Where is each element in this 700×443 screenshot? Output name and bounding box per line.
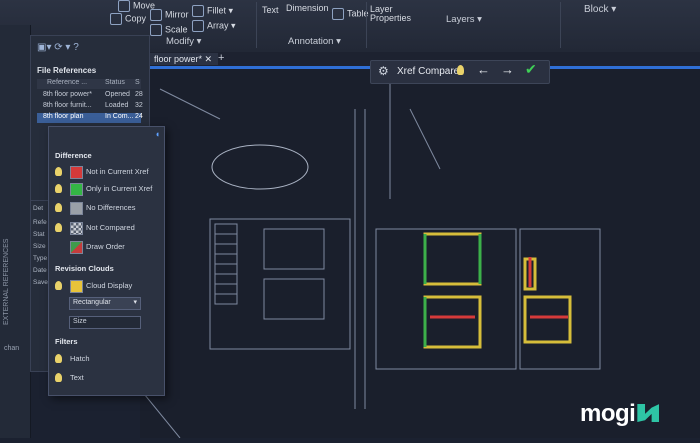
ribbon-separator xyxy=(366,2,367,48)
pin-icon[interactable]: ◖ xyxy=(155,129,160,139)
layer-properties-button[interactable]: Layer Properties xyxy=(370,5,412,23)
file-references-title: File References xyxy=(37,66,97,75)
added-geometry xyxy=(423,234,482,347)
option-only-in-current-xref[interactable]: Only in Current Xref xyxy=(55,182,160,196)
external-references-dock: EXTERNAL REFERENCES chan xyxy=(0,25,31,438)
copy-button[interactable]: Copy xyxy=(110,13,146,25)
close-icon[interactable]: ✕ xyxy=(205,54,213,64)
draw-order-icon[interactable] xyxy=(70,241,83,254)
layers-group-label[interactable]: Layers ▾ xyxy=(446,14,482,25)
details-label: Stat xyxy=(33,231,45,238)
array-icon xyxy=(192,20,204,32)
option-no-differences[interactable]: No Differences xyxy=(55,201,160,215)
ribbon-separator xyxy=(560,2,561,48)
color-swatch[interactable] xyxy=(70,280,83,293)
block-group-label[interactable]: Block ▾ xyxy=(584,4,616,15)
restroom-outline xyxy=(263,278,325,320)
array-button[interactable]: Array ▾ xyxy=(192,20,236,32)
details-label: Date xyxy=(33,267,47,274)
modify-group-label[interactable]: Modify ▾ xyxy=(166,36,201,47)
revision-cloud xyxy=(423,295,482,349)
cloud-shape-dropdown[interactable]: Rectangular ▾ xyxy=(69,297,141,310)
table-row[interactable]: 8th floor furnit... Loaded 32 xyxy=(37,102,143,112)
color-swatch[interactable] xyxy=(70,202,83,215)
xref-compare-label: Xref Compare xyxy=(397,66,460,77)
filter-text[interactable]: Text xyxy=(55,371,160,385)
attach-icon[interactable]: ▣▾ ⟳ ▾ ? xyxy=(37,42,79,53)
removed-geometry xyxy=(430,257,568,319)
filter-hatch[interactable]: Hatch xyxy=(55,352,160,366)
ribbon-separator xyxy=(256,2,257,48)
stair-treads xyxy=(215,233,237,295)
dimension-button[interactable]: Dimension xyxy=(286,3,329,13)
move-icon xyxy=(118,0,130,12)
details-label: Save xyxy=(33,279,48,286)
fillet-button[interactable]: Fillet ▾ xyxy=(192,5,233,17)
copy-icon xyxy=(110,13,122,25)
text-button[interactable]: Text xyxy=(262,5,279,15)
revision-cloud xyxy=(423,232,482,286)
table-row[interactable]: 8th floor plan In Com... 24 xyxy=(37,113,143,123)
option-draw-order[interactable]: Draw Order xyxy=(55,240,160,254)
annotation-group-label[interactable]: Annotation ▾ xyxy=(288,36,341,47)
previous-change-arrow-icon[interactable]: ← xyxy=(477,62,490,77)
revision-clouds-title: Revision Clouds xyxy=(55,264,114,273)
details-label: Size xyxy=(33,243,46,250)
misc-lines xyxy=(159,79,441,199)
difference-title: Difference xyxy=(55,151,92,160)
color-swatch[interactable] xyxy=(70,166,83,179)
option-cloud-display[interactable]: Cloud Display xyxy=(55,279,160,293)
logo-mark-icon xyxy=(637,404,660,422)
mirror-button[interactable]: Mirror xyxy=(150,9,189,21)
column-header[interactable]: Status xyxy=(105,79,125,86)
lightbulb-icon[interactable] xyxy=(55,223,62,232)
option-not-in-current-xref[interactable]: Not in Current Xref xyxy=(55,165,160,179)
column-header[interactable]: S xyxy=(135,79,140,86)
details-label: Type xyxy=(33,255,48,262)
lightbulb-icon[interactable] xyxy=(55,184,62,193)
color-swatch[interactable] xyxy=(70,183,83,196)
color-swatch[interactable] xyxy=(70,222,83,235)
tab-floor-power[interactable]: floor power* ✕ xyxy=(148,53,219,65)
table-icon xyxy=(332,8,344,20)
floor-plan-drawing xyxy=(139,79,601,439)
check-icon[interactable]: ✔ xyxy=(525,61,537,78)
lightbulb-icon[interactable] xyxy=(55,167,62,176)
scale-icon xyxy=(150,24,162,36)
chevron-down-icon: ▾ xyxy=(133,299,137,306)
filters-title: Filters xyxy=(55,337,78,346)
file-references-header: Reference ... Status S xyxy=(37,79,141,89)
column-header[interactable]: Reference ... xyxy=(47,79,87,86)
room-outline xyxy=(519,228,601,370)
lightbulb-icon[interactable] xyxy=(55,203,62,212)
gear-icon[interactable]: ⚙ xyxy=(378,64,389,78)
fillet-icon xyxy=(192,5,204,17)
mogi-logo: mogi xyxy=(580,400,660,428)
ellipse-feature xyxy=(211,144,309,190)
xref-compare-toolbar: ⚙ Xref Compare ← → ✔ xyxy=(370,60,550,84)
lightbulb-icon[interactable] xyxy=(55,354,62,363)
new-tab-icon[interactable]: + xyxy=(218,52,224,64)
next-change-arrow-icon[interactable]: → xyxy=(501,62,514,77)
table-row[interactable]: 8th floor power* Opened 28 xyxy=(37,91,143,101)
restroom-outline xyxy=(263,228,325,270)
details-label: Det xyxy=(33,205,44,212)
side-text: chan xyxy=(4,345,20,352)
cloud-size-input[interactable]: Size xyxy=(69,316,141,329)
compare-settings-popup: ◖ Difference Not in Current Xref Only in… xyxy=(48,126,165,396)
details-label: Refe xyxy=(33,219,47,226)
misc-lines xyxy=(139,388,181,439)
scale-button[interactable]: Scale xyxy=(150,24,188,36)
drawing-canvas[interactable] xyxy=(139,69,700,439)
option-not-compared[interactable]: Not Compared xyxy=(55,221,160,235)
lightbulb-icon[interactable] xyxy=(55,373,62,382)
table-button[interactable]: Table xyxy=(332,8,369,20)
lightbulb-icon[interactable] xyxy=(457,65,464,75)
external-references-title: EXTERNAL REFERENCES xyxy=(3,238,10,325)
corridor-wall xyxy=(354,109,366,409)
revision-cloud xyxy=(523,295,572,344)
mirror-icon xyxy=(150,9,162,21)
lightbulb-icon[interactable] xyxy=(55,281,62,290)
